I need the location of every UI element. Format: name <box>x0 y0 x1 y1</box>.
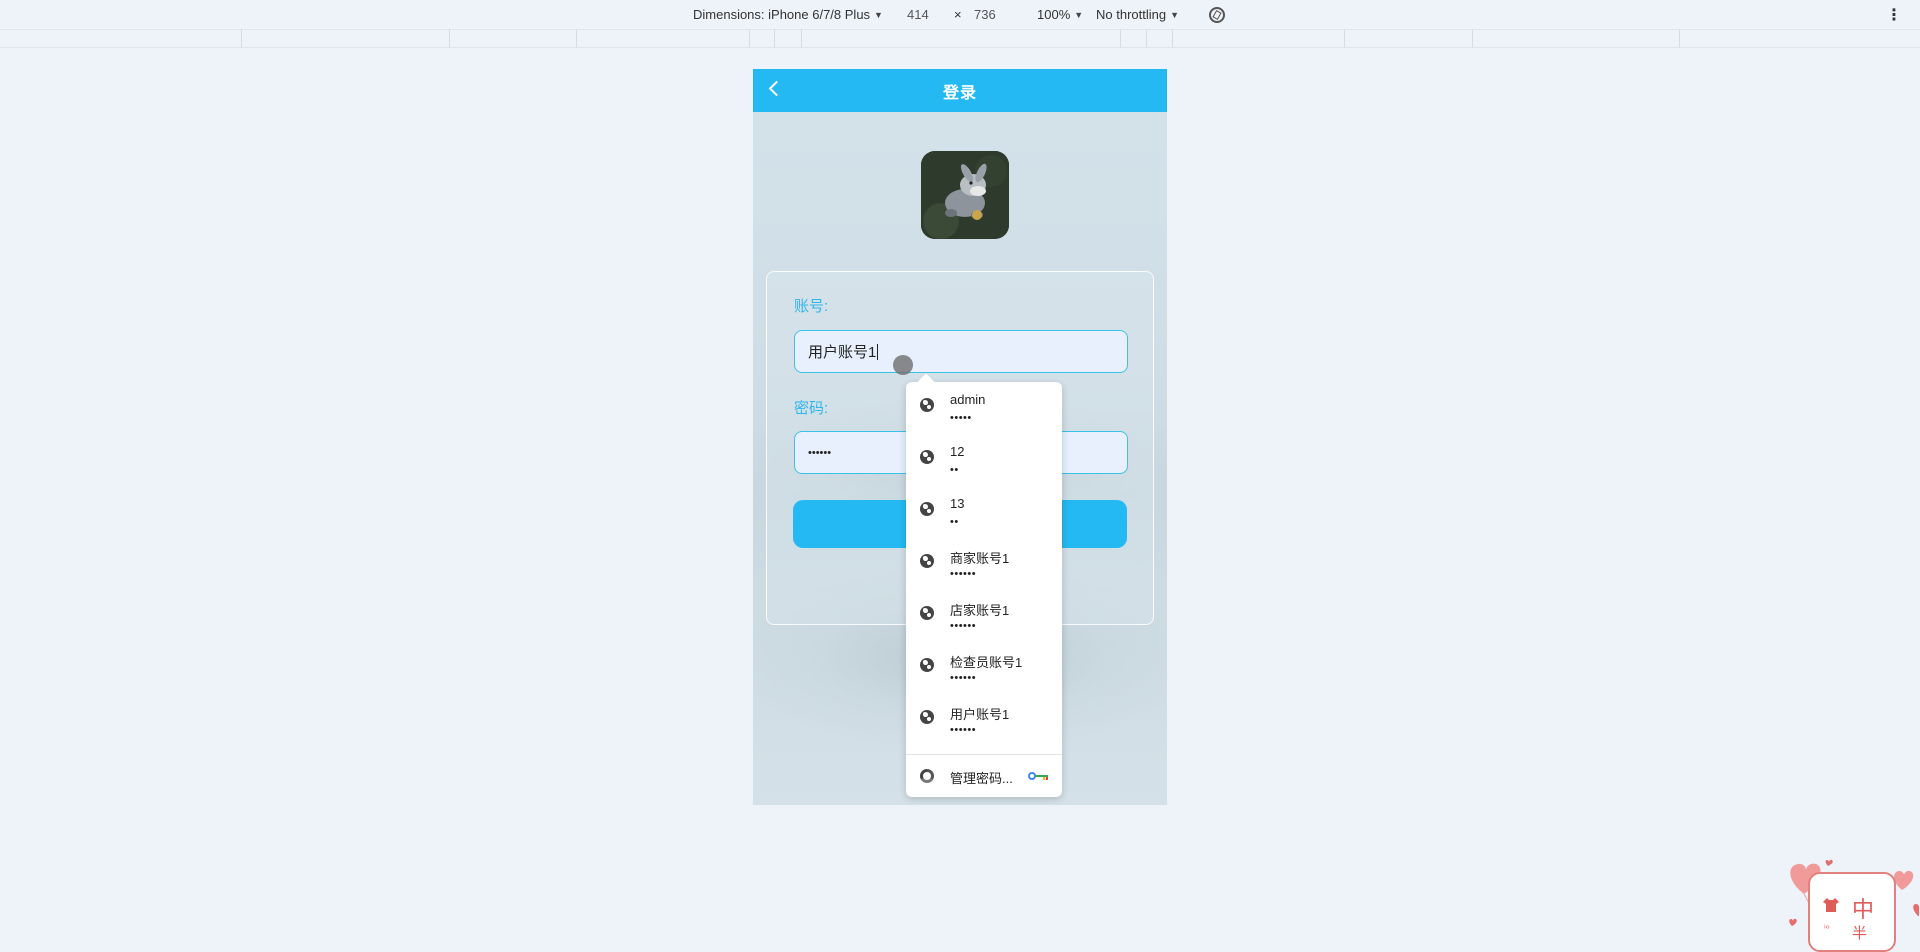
height-input[interactable]: 736 <box>974 7 996 22</box>
saved-credential-item[interactable]: 12 •• <box>906 434 1062 486</box>
chevron-down-icon: ▼ <box>1170 9 1180 20</box>
app-header: 登录 <box>753 69 1167 112</box>
times-label: × <box>954 7 962 22</box>
saved-credential-item[interactable]: 13 •• <box>906 486 1062 538</box>
text-caret <box>877 343 879 360</box>
globe-icon <box>920 502 934 516</box>
avatar <box>921 151 1009 239</box>
credential-username: 13 <box>950 496 965 511</box>
globe-icon <box>920 450 934 464</box>
credential-username: 检查员账号1 <box>950 655 1023 670</box>
device-selector[interactable]: Dimensions: iPhone 6/7/8 Plus ▼ <box>693 0 883 29</box>
input-method-badge[interactable]: 中 ⁱᵒ 半 <box>1778 852 1920 952</box>
ime-width-char: 半 <box>1852 924 1868 942</box>
globe-icon <box>920 554 934 568</box>
credential-password: ••••• <box>950 412 972 424</box>
width-input[interactable]: 414 <box>907 7 929 22</box>
credential-password: •••••• <box>950 568 977 580</box>
key-icon <box>1028 772 1048 780</box>
credential-password: •••••• <box>950 724 977 736</box>
throttling-selector[interactable]: No throttling ▼ <box>1096 0 1179 29</box>
back-arrow-icon[interactable] <box>768 80 785 97</box>
saved-credential-item[interactable]: admin ••••• <box>906 382 1062 434</box>
chevron-down-icon: ▼ <box>874 9 883 20</box>
password-input-value: •••••• <box>808 446 832 459</box>
throttling-label: No throttling <box>1096 7 1167 22</box>
devtools-device-toolbar: Dimensions: iPhone 6/7/8 Plus ▼ 414 × 73… <box>0 0 1920 30</box>
globe-icon <box>920 398 934 412</box>
credential-username: 12 <box>950 444 965 459</box>
device-dimensions-label: Dimensions: iPhone 6/7/8 Plus <box>693 7 871 22</box>
credential-username: 店家账号1 <box>950 603 1010 618</box>
donkey-plush-image <box>921 151 1009 239</box>
rotate-icon[interactable] <box>1209 6 1225 23</box>
globe-icon <box>920 606 934 620</box>
credential-password: •• <box>950 516 959 528</box>
credential-password: •••••• <box>950 672 977 684</box>
account-input[interactable]: 用户账号1 <box>794 330 1128 373</box>
saved-credential-item[interactable]: 店家账号1 •••••• <box>906 590 1062 642</box>
ime-mode-char: 中 <box>1852 898 1875 923</box>
manage-passwords-item[interactable]: 管理密码... <box>906 756 1062 796</box>
password-autofill-popup: admin ••••• 12 •• 13 •• 商家账号1 •••••• 店家账… <box>906 373 1062 797</box>
page-title: 登录 <box>942 84 977 102</box>
chevron-down-icon: ▼ <box>1074 9 1084 20</box>
device-ruler <box>0 30 1920 48</box>
credential-password: •• <box>950 464 959 476</box>
ime-small-text: ⁱᵒ <box>1824 924 1830 935</box>
saved-credential-item[interactable]: 商家账号1 •••••• <box>906 538 1062 590</box>
saved-credential-item[interactable]: 用户账号1 •••••• <box>906 694 1062 746</box>
shirt-icon <box>1823 898 1839 912</box>
globe-icon <box>920 658 934 672</box>
zoom-selector[interactable]: 100% ▼ <box>1037 0 1083 29</box>
zoom-label: 100% <box>1037 7 1071 22</box>
mouse-cursor <box>893 355 913 375</box>
more-options-icon[interactable]: ⋮ <box>1886 0 1902 29</box>
account-input-value: 用户账号1 <box>808 344 877 361</box>
password-label: 密码: <box>794 400 829 417</box>
saved-credential-item[interactable]: 检查员账号1 •••••• <box>906 642 1062 694</box>
credential-username: 商家账号1 <box>950 551 1010 566</box>
chrome-icon <box>920 769 934 783</box>
account-label: 账号: <box>794 298 829 315</box>
credential-username: admin <box>950 392 986 407</box>
credential-username: 用户账号1 <box>950 707 1010 722</box>
globe-icon <box>920 710 934 724</box>
credential-password: •••••• <box>950 620 977 632</box>
manage-passwords-label: 管理密码... <box>950 771 1013 786</box>
popup-divider <box>906 754 1062 755</box>
